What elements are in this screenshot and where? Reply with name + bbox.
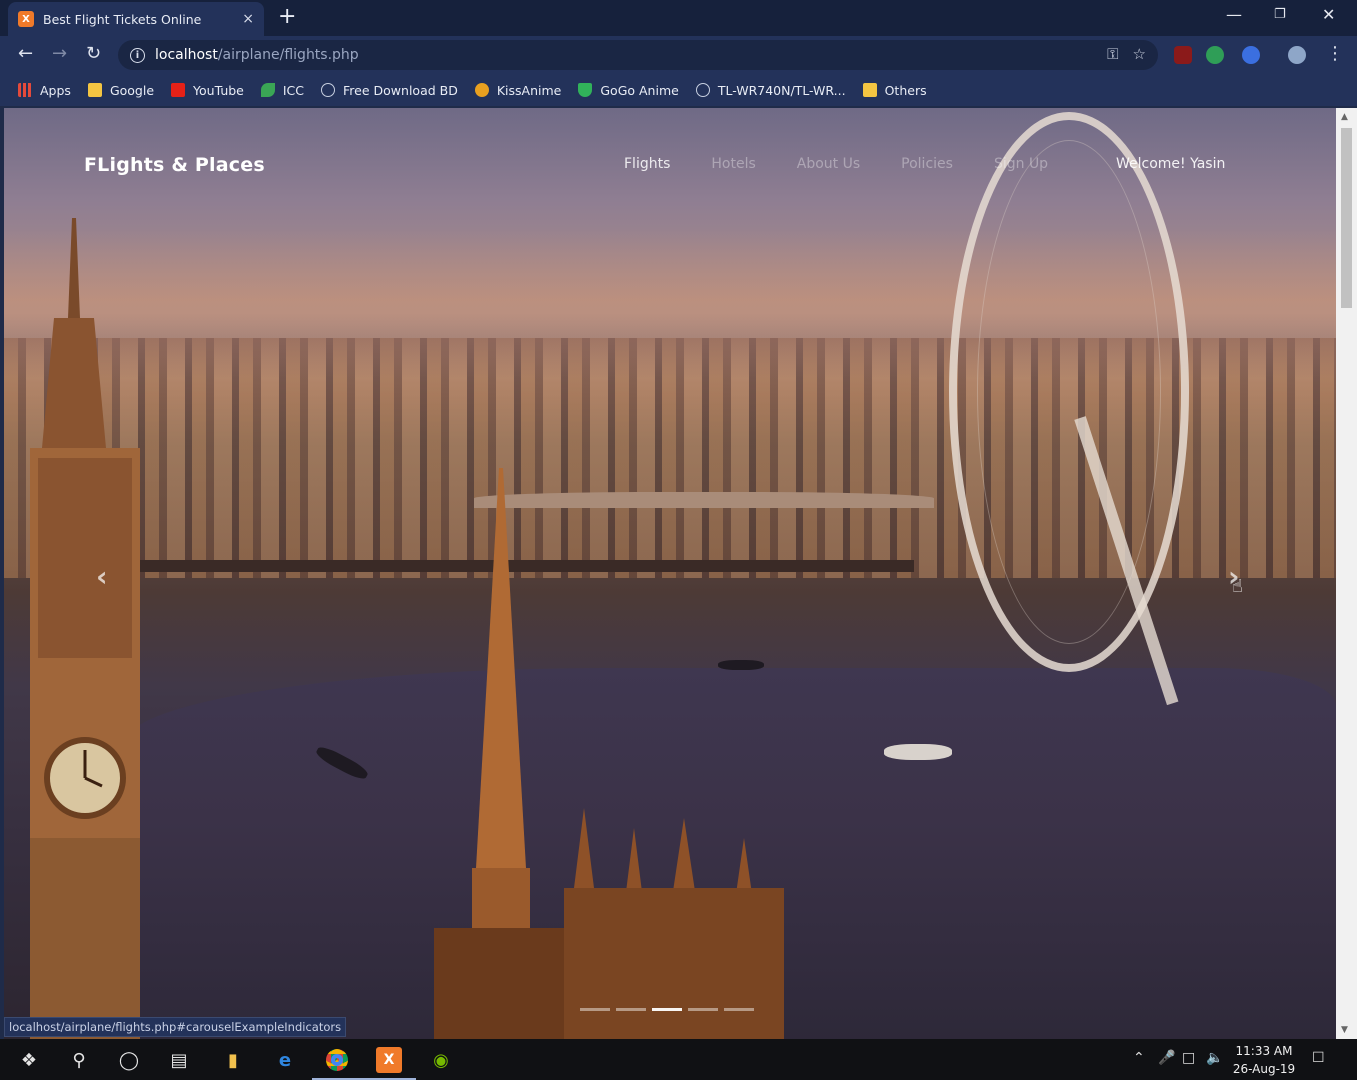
microphone-icon[interactable]: 🎤 [1158, 1050, 1175, 1066]
nav-policies[interactable]: Policies [901, 156, 953, 172]
bookmark-youtube[interactable]: YouTube [171, 83, 244, 98]
bookmarks-bar: Apps Google YouTube ICC Free Download BD… [0, 74, 1357, 106]
menu-kebab-icon[interactable]: ⋮ [1326, 44, 1344, 64]
url-host: localhost [155, 47, 218, 63]
bridge [474, 492, 934, 508]
tab-title: Best Flight Tickets Online [43, 11, 202, 27]
extension-icon[interactable] [1206, 46, 1224, 64]
hand-cursor-icon: ☝ [1232, 576, 1243, 597]
system-clock[interactable]: 11:33 AM 26-Aug-19 [1226, 1042, 1302, 1078]
site-nav: Flights Hotels About Us Policies Sign Up [624, 156, 1048, 172]
gogoanime-icon [578, 83, 593, 97]
edge-browser-icon[interactable]: e [272, 1047, 298, 1073]
pdf-extension-icon[interactable] [1174, 46, 1192, 64]
site-info-icon[interactable]: i [130, 47, 145, 63]
page-scrollbar[interactable]: ▲ ▼ [1336, 108, 1357, 1039]
bookmark-free-download-bd[interactable]: Free Download BD [321, 83, 458, 98]
clock-tower [30, 218, 140, 1039]
palace-towers [434, 808, 784, 1039]
bookmark-gogo-anime[interactable]: GoGo Anime [578, 83, 679, 98]
show-hidden-icons-icon[interactable]: ⌃ [1133, 1050, 1145, 1066]
bookmark-others[interactable]: Others [862, 83, 927, 98]
nav-sign-up[interactable]: Sign Up [994, 156, 1048, 172]
ferris-wheel [949, 112, 1189, 672]
task-view-icon[interactable]: ▤ [166, 1047, 192, 1073]
carousel-indicator[interactable] [724, 1008, 754, 1011]
scroll-thumb[interactable] [1341, 128, 1352, 308]
globe-icon [321, 83, 336, 97]
link-status-url: localhost/airplane/flights.php#carouselE… [4, 1017, 347, 1037]
page-viewport: FLights & Places Flights Hotels About Us… [4, 108, 1336, 1039]
network-icon[interactable]: □ [1182, 1050, 1195, 1066]
carousel-indicator[interactable] [688, 1008, 718, 1011]
scroll-up-icon[interactable]: ▲ [1341, 112, 1348, 122]
nav-about-us[interactable]: About Us [797, 156, 860, 172]
chrome-icon[interactable] [324, 1047, 350, 1073]
carousel-indicators [580, 1008, 754, 1011]
apps-grid-icon [18, 83, 32, 97]
nav-flights[interactable]: Flights [624, 156, 670, 172]
clock-date: 26-Aug-19 [1232, 1062, 1296, 1076]
forward-arrow-icon[interactable]: → [52, 44, 67, 64]
action-center-icon[interactable]: ☐ [1312, 1050, 1325, 1066]
windows-start-icon[interactable]: ❖ [16, 1047, 42, 1073]
xampp-favicon-icon: X [18, 11, 34, 27]
extension-blue-icon[interactable] [1242, 46, 1260, 64]
new-tab-button[interactable]: + [278, 6, 296, 28]
clock-time: 11:33 AM [1235, 1044, 1293, 1058]
key-icon[interactable]: ⚿ [1107, 45, 1118, 63]
close-window-icon[interactable]: ✕ [1322, 5, 1335, 24]
kissanime-icon [474, 83, 489, 97]
bookmark-icc[interactable]: ICC [260, 83, 304, 98]
cortana-icon[interactable]: ◯ [116, 1047, 142, 1073]
bookmark-apps[interactable]: Apps [18, 83, 71, 98]
nav-hotels[interactable]: Hotels [711, 156, 755, 172]
back-arrow-icon[interactable]: ← [18, 44, 33, 64]
url-path: /airplane/flights.php [217, 47, 359, 63]
volume-icon[interactable]: 🔈 [1206, 1050, 1223, 1066]
browser-tabstrip: X Best Flight Tickets Online × + — ❐ ✕ [0, 0, 1357, 36]
windows-taskbar: ❖ ⚲ ◯ ▤ ▮ e X ◉ ⌃ 🎤 □ 🔈 11:33 AM 26-Aug-… [0, 1039, 1357, 1080]
bookmark-tl-wr740n[interactable]: TL-WR740N/TL-WR... [695, 83, 846, 98]
search-icon[interactable]: ⚲ [66, 1047, 92, 1073]
browser-toolbar: ← → ↻ i localhost/airplane/flights.php ⚿… [0, 36, 1357, 74]
restore-icon[interactable]: ❐ [1274, 7, 1286, 22]
icc-icon [260, 83, 275, 97]
carousel-indicator[interactable] [616, 1008, 646, 1011]
browser-tab[interactable]: X Best Flight Tickets Online × [8, 2, 264, 36]
welcome-user[interactable]: Welcome! Yasin [1116, 156, 1225, 172]
bookmark-kissanime[interactable]: KissAnime [474, 83, 561, 98]
address-bar[interactable]: i localhost/airplane/flights.php ⚿ ☆ [118, 40, 1158, 70]
site-brand-logo[interactable]: FLights & Places [84, 154, 265, 176]
reload-icon[interactable]: ↻ [86, 44, 101, 64]
nvidia-icon[interactable]: ◉ [428, 1047, 454, 1073]
folder-icon [87, 83, 102, 97]
folder-icon [862, 83, 877, 97]
globe-icon [695, 83, 710, 97]
bookmark-google[interactable]: Google [87, 83, 154, 98]
file-explorer-icon[interactable]: ▮ [220, 1047, 246, 1073]
minimize-icon[interactable]: — [1226, 5, 1242, 24]
scroll-down-icon[interactable]: ▼ [1341, 1025, 1348, 1035]
xampp-icon[interactable]: X [376, 1047, 402, 1073]
carousel-prev-arrow-icon[interactable]: ‹ [96, 560, 108, 593]
carousel-indicator[interactable] [580, 1008, 610, 1011]
youtube-icon [171, 83, 186, 97]
close-tab-icon[interactable]: × [242, 11, 254, 27]
carousel-indicator-active[interactable] [652, 1008, 682, 1011]
bookmark-star-icon[interactable]: ☆ [1133, 45, 1146, 63]
profile-avatar-icon[interactable] [1288, 46, 1306, 64]
